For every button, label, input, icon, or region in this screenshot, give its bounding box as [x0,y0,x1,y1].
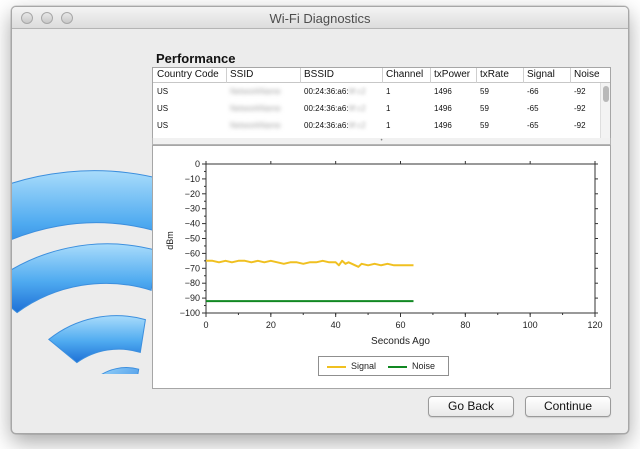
table-row[interactable]: US NetworkName 00:24:36:a6:9f:c2 1 1496 … [153,118,601,135]
x-tick-label: 80 [460,320,470,330]
x-tick-label: 40 [331,320,341,330]
noise-cell: -92 [574,121,586,130]
y-tick-label: −80 [185,278,200,288]
signal-cell: -65 [527,104,539,113]
noise-cell: -92 [574,104,586,113]
bssid-redacted: 9f:c2 [348,87,366,96]
plot-area [205,163,596,314]
column-divider [523,68,524,83]
column-header[interactable]: txRate [480,69,509,80]
y-axis-label: dBm [165,231,175,250]
window-title: Wi-Fi Diagnostics [269,11,371,26]
column-header[interactable]: SSID [230,69,253,80]
legend-label-signal: Signal [351,361,377,371]
go-back-button[interactable]: Go Back [428,396,514,417]
legend-swatch-noise [388,366,407,368]
bssid-prefix: 00:24:36:a6: [304,121,349,130]
y-tick-label: −60 [185,248,200,258]
column-header[interactable]: txPower [434,69,470,80]
column-divider [476,68,477,83]
split-view-handle[interactable]: • [152,138,611,145]
column-divider [382,68,383,83]
bssid-prefix: 00:24:36:a6: [304,87,349,96]
txrate-cell: 59 [480,104,489,113]
y-tick-label: −100 [180,308,200,318]
signal-cell: -65 [527,121,539,130]
x-tick-label: 60 [395,320,405,330]
network-table[interactable]: Country Code SSID BSSID Channel txPower … [152,67,611,139]
y-tick-label: −20 [185,189,200,199]
table-row[interactable]: US NetworkName 00:24:36:a6:9f:c2 1 1496 … [153,101,601,118]
title-bar: Wi-Fi Diagnostics [12,7,628,29]
diagnostics-window: Wi-Fi Diagnostics Performance Country Co… [11,6,629,434]
x-tick-label: 20 [266,320,276,330]
y-tick-label: −30 [185,204,200,214]
y-tick-label: −10 [185,174,200,184]
noise-cell: -92 [574,87,586,96]
txrate-cell: 59 [480,87,489,96]
channel-cell: 1 [386,104,391,113]
txpower-cell: 1496 [434,87,452,96]
table-scrollbar[interactable] [600,83,610,138]
scrollbar-thumb[interactable] [603,86,609,102]
column-divider [300,68,301,83]
legend-swatch-signal [327,366,346,368]
column-divider [226,68,227,83]
column-header[interactable]: Channel [386,69,423,80]
ssid-cell: NetworkName [230,104,281,113]
column-header[interactable]: BSSID [304,69,334,80]
table-row[interactable]: US NetworkName 00:24:36:a6:9f:c2 1 1496 … [153,84,601,101]
chart-legend: Signal Noise [318,356,449,376]
ssid-cell: NetworkName [230,87,281,96]
x-tick-label: 120 [587,320,602,330]
bssid-cell: 00:24:36:a6:9f:c2 [304,87,366,96]
channel-cell: 1 [386,87,391,96]
x-axis-label: Seconds Ago [371,336,430,347]
signal-cell: -66 [527,87,539,96]
column-header[interactable]: Signal [527,69,555,80]
legend-label-noise: Noise [412,361,436,371]
bssid-cell: 00:24:36:a6:9f:c2 [304,121,366,130]
txpower-cell: 1496 [434,121,452,130]
column-divider [430,68,431,83]
continue-button[interactable]: Continue [525,396,611,417]
bssid-redacted: 9f:c2 [348,104,366,113]
country-code-cell: US [157,87,169,96]
wifi-logo-icon [12,170,162,374]
channel-cell: 1 [386,121,391,130]
bssid-prefix: 00:24:36:a6: [304,104,349,113]
country-code-cell: US [157,121,169,130]
column-header[interactable]: Noise [574,69,600,80]
bssid-redacted: 9f:c2 [348,121,366,130]
txpower-cell: 1496 [434,104,452,113]
x-tick-label: 100 [523,320,538,330]
y-tick-label: −40 [185,219,200,229]
bssid-cell: 00:24:36:a6:9f:c2 [304,104,366,113]
y-tick-label: −90 [185,293,200,303]
country-code-cell: US [157,104,169,113]
y-tick-label: −50 [185,234,200,244]
column-divider [570,68,571,83]
section-title: Performance [156,51,236,66]
ssid-cell: NetworkName [230,121,281,130]
performance-chart-panel: 0 −10 −20 −30 −40 −50 −60 −70 −80 −90 −100 0 20 40 60 8… [152,145,611,389]
table-header: Country Code SSID BSSID Channel txPower … [153,68,610,83]
column-header[interactable]: Country Code [157,69,219,80]
performance-chart: 0−10−20−30−40−50−60−70−80−90−1000 20 40 60 8… [165,159,603,347]
y-tick-label: −70 [185,263,200,273]
y-tick-label: 0 [195,159,200,169]
txrate-cell: 59 [480,121,489,130]
x-tick-label: 0 [203,320,208,330]
